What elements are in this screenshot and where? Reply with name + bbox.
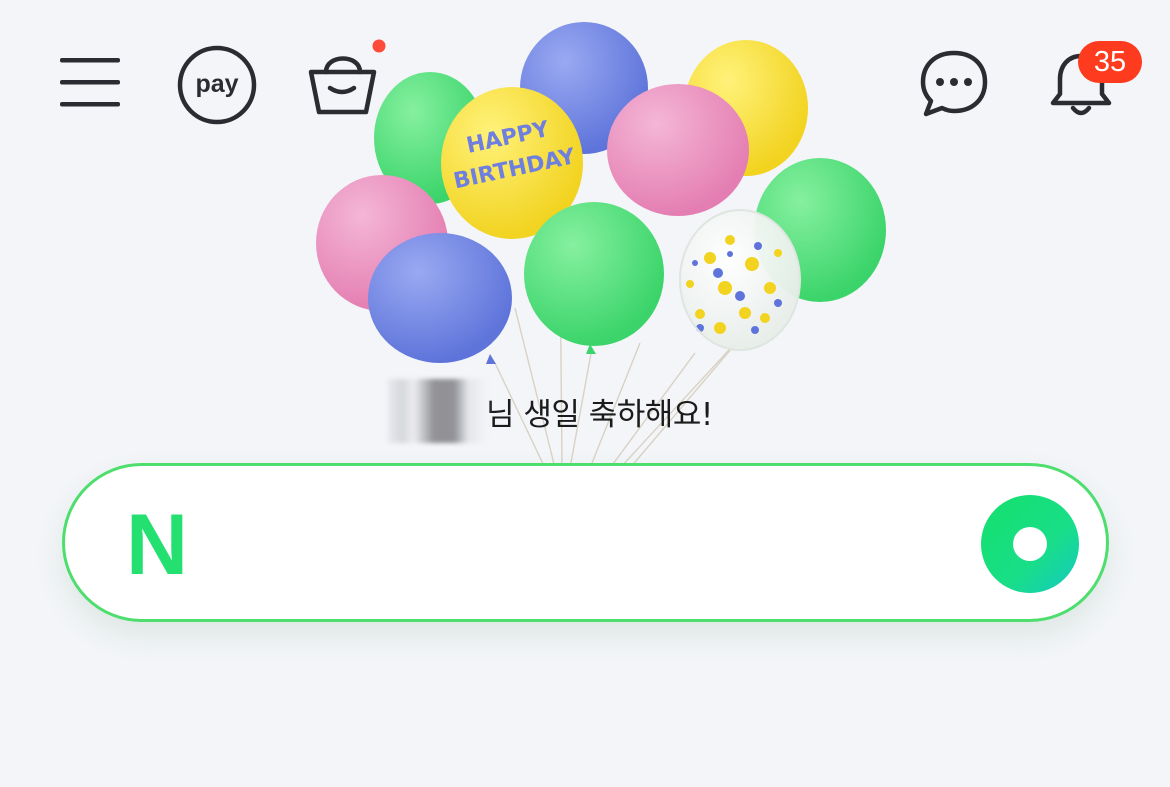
greeting-text: 님 생일 축하해요! (486, 396, 713, 433)
pay-button[interactable]: pay (176, 44, 258, 126)
green-lens-icon (981, 495, 1079, 593)
search-input[interactable] (225, 506, 965, 582)
naver-logo-letter: N (126, 512, 188, 578)
pay-label: pay (195, 70, 238, 98)
menu-button[interactable] (58, 54, 122, 110)
pay-icon: pay (177, 45, 257, 125)
notification-badge: 35 (1078, 41, 1142, 83)
blurred-user-name (388, 379, 488, 443)
chat-bubble-icon (920, 50, 988, 117)
green-lens-button[interactable] (980, 494, 1080, 594)
search-box[interactable]: N (62, 463, 1109, 622)
chat-button[interactable] (918, 48, 990, 120)
birthday-greeting: 님 생일 축하해요! (388, 379, 713, 443)
hamburger-menu-icon (60, 58, 120, 107)
naver-logo: N (126, 512, 188, 578)
